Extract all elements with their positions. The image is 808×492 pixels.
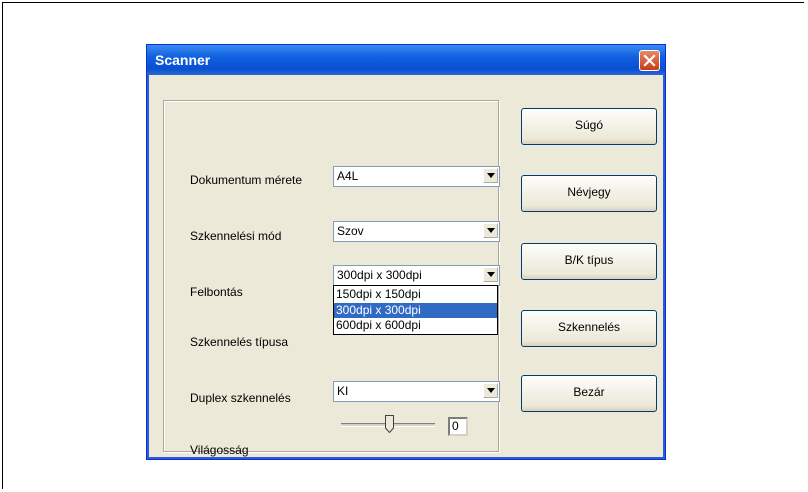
- scanner-dialog: Scanner Dokumentum mérete A4L Szkennelés…: [146, 44, 666, 460]
- scan-mode-value: Szov: [337, 224, 364, 238]
- dropdown-arrow-icon[interactable]: [483, 223, 498, 238]
- close-window-button[interactable]: [639, 50, 660, 71]
- doc-size-value: A4L: [337, 169, 359, 183]
- dropdown-arrow-icon[interactable]: [483, 383, 498, 398]
- brightness-label: Világosság: [190, 443, 249, 457]
- resolution-option[interactable]: 150dpi x 150dpi: [334, 287, 497, 302]
- resolution-label: Felbontás: [190, 285, 243, 299]
- close-button[interactable]: Bezár: [521, 375, 657, 412]
- scan-type-label: Szkennelés típusa: [190, 335, 289, 349]
- doc-size-select[interactable]: A4L: [333, 166, 500, 187]
- duplex-select[interactable]: KI: [333, 381, 500, 402]
- resolution-dropdown-list: 150dpi x 150dpi 300dpi x 300dpi 600dpi x…: [333, 285, 498, 335]
- dropdown-arrow-icon[interactable]: [483, 267, 498, 282]
- title-bar[interactable]: Scanner: [147, 45, 665, 75]
- scan-button[interactable]: Szkennelés: [521, 310, 657, 347]
- resolution-select[interactable]: 300dpi x 300dpi: [333, 265, 500, 286]
- brightness-value-field[interactable]: 0: [448, 417, 468, 436]
- scan-mode-label: Szkennelési mód: [190, 229, 282, 243]
- resolution-option[interactable]: 600dpi x 600dpi: [334, 318, 497, 333]
- slider-thumb-icon[interactable]: [385, 415, 394, 434]
- bw-type-button[interactable]: B/K típus: [521, 243, 657, 280]
- about-button[interactable]: Névjegy: [521, 175, 657, 212]
- resolution-option-selected[interactable]: 300dpi x 300dpi: [334, 303, 497, 318]
- duplex-value: KI: [337, 384, 349, 398]
- dropdown-arrow-icon[interactable]: [483, 168, 498, 183]
- doc-size-label: Dokumentum mérete: [190, 173, 303, 187]
- help-button[interactable]: Súgó: [521, 108, 657, 145]
- duplex-label: Duplex szkennelés: [190, 391, 291, 405]
- window-title: Scanner: [155, 52, 211, 68]
- scan-mode-select[interactable]: Szov: [333, 221, 500, 242]
- dialog-client-area: Dokumentum mérete A4L Szkennelési mód Sz…: [150, 75, 662, 457]
- resolution-value: 300dpi x 300dpi: [337, 268, 422, 282]
